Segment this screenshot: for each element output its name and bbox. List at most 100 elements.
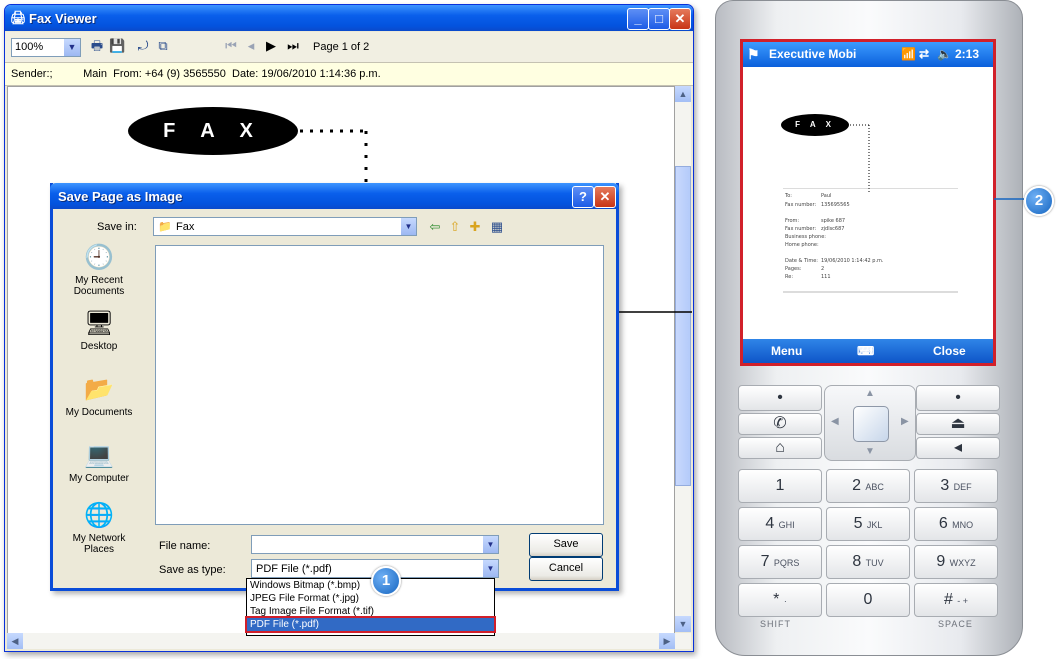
copy-icon[interactable]: ⧉ bbox=[155, 38, 171, 54]
scroll-thumb[interactable] bbox=[675, 166, 691, 486]
fax-app-icon: 🖨 bbox=[10, 10, 27, 25]
chevron-down-icon[interactable]: ▼ bbox=[401, 218, 416, 235]
dialog-title-bar: Save Page as Image ? ✕ bbox=[50, 183, 619, 209]
place-network[interactable]: 🌐 My Network Places bbox=[59, 501, 139, 555]
zoom-value: 100% bbox=[15, 41, 44, 53]
key-5[interactable]: 5 JKL bbox=[826, 507, 910, 541]
callout-badge-1: 1 bbox=[371, 566, 401, 596]
softkey-close[interactable]: Close bbox=[933, 339, 966, 363]
key-star[interactable]: * · bbox=[738, 583, 822, 617]
dpad[interactable]: ▲ ▼ ◀ ▶ bbox=[824, 385, 916, 461]
type-option-jpg[interactable]: JPEG File Format (*.jpg) bbox=[247, 592, 494, 605]
phone-field-home: Home phone: bbox=[785, 242, 819, 249]
chevron-down-icon[interactable]: ▼ bbox=[483, 560, 498, 577]
key-letters: GHI bbox=[778, 520, 795, 530]
save-as-type-value: PDF File (*.pdf) bbox=[256, 563, 332, 575]
new-folder-icon[interactable]: ✚ bbox=[467, 219, 483, 235]
save-in-label: Save in: bbox=[97, 221, 137, 233]
places-bar: 🕘 My Recent Documents 🖥 Desktop 📂 My Doc… bbox=[59, 243, 139, 573]
callout-2-connector bbox=[994, 198, 1024, 200]
previous-page-icon[interactable]: ◂ bbox=[243, 38, 259, 54]
phone-field-from: From: spike 687 bbox=[785, 218, 845, 225]
minimize-button[interactable]: _ bbox=[627, 8, 649, 30]
save-as-type-dropdown[interactable]: Windows Bitmap (*.bmp) JPEG File Format … bbox=[245, 578, 496, 636]
key-8[interactable]: 8 TUV bbox=[826, 545, 910, 579]
vertical-scrollbar[interactable]: ▲ ▼ bbox=[675, 86, 691, 632]
place-label: My Computer bbox=[68, 473, 129, 484]
key-2[interactable]: 2 ABC bbox=[826, 469, 910, 503]
key-6[interactable]: 6 MNO bbox=[914, 507, 998, 541]
call-key-icon[interactable]: ✆ bbox=[738, 413, 822, 435]
key-9[interactable]: 9 WXYZ bbox=[914, 545, 998, 579]
type-option-tif[interactable]: Tag Image File Format (*.tif) bbox=[247, 605, 494, 618]
softkey-menu[interactable]: Menu bbox=[771, 339, 802, 363]
key-hash[interactable]: # - + bbox=[914, 583, 998, 617]
home-key-icon[interactable]: ⌂ bbox=[738, 437, 822, 459]
back-key-icon[interactable]: ◂ bbox=[916, 437, 1000, 459]
chevron-down-icon[interactable]: ▼ bbox=[483, 536, 498, 553]
save-button[interactable]: Save bbox=[529, 533, 603, 557]
key-letters: - + bbox=[957, 596, 969, 606]
view-menu-icon[interactable]: ▦ bbox=[489, 219, 505, 235]
first-page-icon[interactable]: ⏮ bbox=[223, 38, 239, 54]
key-digit: 2 bbox=[852, 477, 861, 494]
scroll-right-icon[interactable]: ▶ bbox=[659, 633, 675, 649]
callout-badge-2: 2 bbox=[1024, 186, 1054, 216]
field-value: Paul bbox=[821, 193, 832, 199]
close-button[interactable]: ✕ bbox=[669, 8, 691, 30]
place-desktop[interactable]: 🖥 Desktop bbox=[59, 309, 139, 352]
field-label: From: bbox=[785, 218, 800, 224]
dpad-center-button[interactable] bbox=[853, 406, 889, 442]
last-page-icon[interactable]: ⏭ bbox=[285, 38, 301, 54]
key-1[interactable]: 1 bbox=[738, 469, 822, 503]
help-button[interactable]: ? bbox=[572, 186, 594, 208]
dpad-left-icon[interactable]: ◀ bbox=[831, 416, 839, 427]
space-label: SPACE bbox=[938, 619, 973, 629]
field-value: 135695565 bbox=[821, 202, 850, 208]
key-7[interactable]: 7 PQRS bbox=[738, 545, 822, 579]
scroll-left-icon[interactable]: ◀ bbox=[7, 633, 23, 649]
phone-screen: ⚑ Executive Mobi 📶 ⇄ 🔈 2:13 F A X To: Pa… bbox=[740, 39, 996, 366]
keyboard-icon[interactable]: ⌨ bbox=[857, 339, 874, 363]
place-recent-documents[interactable]: 🕘 My Recent Documents bbox=[59, 243, 139, 297]
back-icon[interactable]: ⇦ bbox=[427, 219, 443, 235]
documents-folder-icon: 📂 bbox=[84, 376, 114, 403]
cancel-button[interactable]: Cancel bbox=[529, 557, 603, 581]
save-in-select[interactable]: 📁 Fax ▼ bbox=[153, 217, 417, 236]
field-label: Pages: bbox=[785, 266, 802, 272]
maximize-button[interactable]: □ bbox=[648, 8, 670, 30]
next-page-icon[interactable]: ▶ bbox=[263, 38, 279, 54]
phone-fax-banner: F A X bbox=[781, 114, 849, 136]
file-list[interactable] bbox=[155, 245, 604, 525]
zoom-select[interactable]: 100% ▼ bbox=[11, 38, 81, 57]
save-icon[interactable]: 💾 bbox=[109, 38, 125, 54]
place-label: My Documents bbox=[65, 407, 133, 418]
place-my-computer[interactable]: 💻 My Computer bbox=[59, 441, 139, 484]
chevron-down-icon[interactable]: ▼ bbox=[64, 39, 80, 56]
field-value: 111 bbox=[821, 274, 831, 280]
dpad-down-icon[interactable]: ▼ bbox=[865, 446, 875, 457]
dpad-right-icon[interactable]: ▶ bbox=[901, 416, 909, 427]
dialog-close-button[interactable]: ✕ bbox=[594, 186, 616, 208]
key-0[interactable]: 0 bbox=[826, 583, 910, 617]
place-my-documents[interactable]: 📂 My Documents bbox=[59, 375, 139, 418]
place-label: My Network Places bbox=[72, 533, 126, 555]
type-option-pdf[interactable]: PDF File (*.pdf) bbox=[245, 616, 496, 633]
right-softkey[interactable]: • bbox=[916, 385, 1000, 411]
rotate-icon[interactable]: ⤾ bbox=[135, 38, 151, 54]
dpad-up-icon[interactable]: ▲ bbox=[865, 388, 875, 399]
print-icon[interactable]: 🖶 bbox=[89, 38, 105, 54]
file-name-input[interactable]: ▼ bbox=[251, 535, 499, 554]
fax-banner: F A X bbox=[128, 107, 298, 155]
place-label: My Recent Documents bbox=[73, 275, 125, 297]
end-call-key-icon[interactable]: ⏏ bbox=[916, 413, 1000, 435]
key-3[interactable]: 3 DEF bbox=[914, 469, 998, 503]
sync-icon: ⇄ bbox=[919, 47, 930, 61]
scroll-down-icon[interactable]: ▼ bbox=[675, 616, 691, 632]
key-4[interactable]: 4 GHI bbox=[738, 507, 822, 541]
scroll-up-icon[interactable]: ▲ bbox=[675, 86, 691, 102]
up-folder-icon[interactable]: ⇧ bbox=[447, 219, 463, 235]
network-icon: 🌐 bbox=[84, 502, 114, 529]
windows-flag-icon[interactable]: ⚑ bbox=[747, 42, 760, 67]
left-softkey[interactable]: • bbox=[738, 385, 822, 411]
